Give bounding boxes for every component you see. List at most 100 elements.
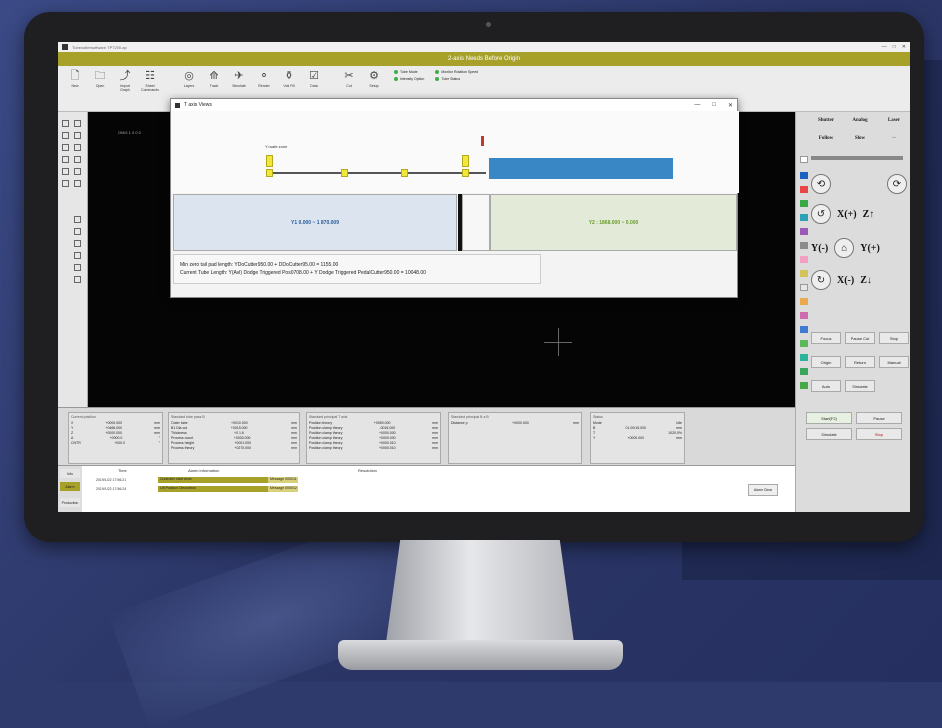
track-icon: ⟰ [209,70,219,82]
layer-color-swatch[interactable] [800,242,808,249]
layer-color-swatch[interactable] [800,228,808,235]
lead-tool-icon[interactable] [74,216,81,223]
rect-tool-icon[interactable] [74,132,81,139]
ribbon-cut-button[interactable]: ✂ Cut [340,70,358,88]
speed-slider[interactable] [811,156,903,160]
simulate-toggle[interactable]: Simulate [806,428,852,440]
ribbon-setup-button[interactable]: ⚙ Setup [365,70,383,88]
tube-axis-line [266,172,486,174]
tab-production[interactable]: Production [60,498,80,507]
stop-cut-button[interactable]: Stop [879,332,909,344]
text-tool-icon[interactable] [62,156,69,163]
align-tool-icon[interactable] [62,180,69,187]
jog-z-down[interactable]: Z↓ [860,275,872,286]
layer-color-swatch[interactable] [800,368,808,375]
arc-tool-icon[interactable] [74,144,81,151]
close-button[interactable]: ✕ [902,44,906,50]
return-button[interactable]: Return [845,356,875,368]
origin-button[interactable]: Origin [811,356,841,368]
new-file-icon: 🗋 [70,70,80,82]
maximize-button[interactable]: □ [893,44,896,50]
jog-x-plus[interactable]: X(-) [837,275,854,286]
alarm-clear-button[interactable]: Alarm Clear [748,484,778,496]
jog-x-minus[interactable]: X(+) [837,209,857,220]
origin-tool-icon[interactable] [74,252,81,259]
more-button[interactable]: ◦◦ [879,136,909,141]
layer-color-swatch[interactable] [800,340,808,347]
laser-button[interactable]: Laser [879,118,909,123]
dialog-titlebar: T axis Views — □ ✕ [171,99,737,111]
auto-button[interactable]: Auto [811,380,841,392]
rotate-tool-icon[interactable] [74,168,81,175]
layer-color-swatch[interactable] [800,354,808,361]
measure-tool-icon[interactable] [74,264,81,271]
pause-button[interactable]: Pause [856,412,902,424]
jog-row-2: ↺ X(+) Z↑ [811,204,874,224]
dialog-minimize-button[interactable]: — [694,102,700,109]
ribbon-sheet-button[interactable]: ☷ Sheet Commands [141,70,159,92]
shutter-button[interactable]: Shutter [811,118,841,123]
offset-tool-icon[interactable] [74,276,81,283]
sort-tool-icon[interactable] [74,240,81,247]
dialog-close-button[interactable]: ✕ [728,102,733,109]
ribbon-import-button[interactable]: ⤴ Import Graph [116,70,134,92]
app-title-bar: 2-axis Needs Before Origin [58,52,910,66]
layer-color-swatch[interactable] [800,186,808,193]
slow-button[interactable]: Slow [845,136,875,141]
jog-y-plus[interactable]: Y(+) [860,243,880,254]
circle-tool-icon[interactable] [62,144,69,151]
jog-z-up[interactable]: Z↑ [863,209,875,220]
node-tool-icon[interactable] [74,156,81,163]
layer-color-swatch[interactable] [800,326,808,333]
layer-color-swatch[interactable] [800,298,808,305]
start-button[interactable]: Start(F2) [806,412,852,424]
ribbon-simulate-button[interactable]: ✈ Simulate [230,70,248,88]
dialog-maximize-button[interactable]: □ [712,102,716,109]
stop-button[interactable]: Stop [856,428,902,440]
layer-color-swatch[interactable] [800,172,808,179]
ribbon-vial-button[interactable]: ⚱ Vial Fill [280,70,298,88]
analog-button[interactable]: Analog [845,118,875,123]
pause-cut-button[interactable]: Pause Cut [845,332,875,344]
mirror-tool-icon[interactable] [62,168,69,175]
log-tabs: Info Alarm Production [58,466,82,512]
log-info[interactable]: Lift Position Decoration [158,486,268,492]
window-titlebar: Tubecuttersoftware TP7200.ap — □ ✕ [58,42,910,52]
jog-up-icon[interactable]: ↺ [811,204,831,224]
layer-color-swatch[interactable] [800,156,808,163]
tab-alarm[interactable]: Alarm [60,482,80,491]
ribbon-layers-button[interactable]: ◎ Layers [180,70,198,88]
line-tool-icon[interactable] [62,132,69,139]
layer-color-swatch[interactable] [800,270,808,277]
focus-button[interactable]: Focus [811,332,841,344]
minimize-button[interactable]: — [882,44,887,50]
jog-down-icon[interactable]: ↻ [811,270,831,290]
tab-info[interactable]: Info [60,469,80,478]
layer-color-swatch[interactable] [800,284,808,291]
array-tool-icon[interactable] [74,180,81,187]
simulate-run-button[interactable]: Simulate [845,380,875,392]
bridge-tool-icon[interactable] [74,228,81,235]
rotate-cw-icon[interactable]: ⟳ [887,174,907,194]
layer-color-swatch[interactable] [800,214,808,221]
layer-color-swatch[interactable] [800,312,808,319]
ribbon-new-button[interactable]: 🗋 New [66,70,84,88]
log-info[interactable]: Controller start done [158,477,268,483]
ribbon-open-button[interactable]: 🗀 Open [91,70,109,88]
layer-color-swatch[interactable] [800,382,808,389]
select-tool-icon[interactable] [62,120,69,127]
home-icon[interactable]: ⌂ [834,238,855,258]
chuck-marker [462,155,469,167]
zoom-tool-icon[interactable] [74,120,81,127]
ribbon-render-button[interactable]: ⚬ Render [255,70,273,88]
gear-icon: ⚙ [369,70,379,82]
rotate-ccw-icon[interactable]: ⟲ [811,174,831,194]
layer-color-swatch[interactable] [800,200,808,207]
jog-y-minus[interactable]: Y(-) [811,243,828,254]
ribbon-track-button[interactable]: ⟰ Track [205,70,223,88]
follow-button[interactable]: Follow [811,136,841,141]
manual-button[interactable]: Manual [879,356,909,368]
ribbon-data-button[interactable]: ☑ Data [305,70,323,88]
log-time: 2019/1/22 17:56:21 [96,478,127,482]
layer-color-swatch[interactable] [800,256,808,263]
